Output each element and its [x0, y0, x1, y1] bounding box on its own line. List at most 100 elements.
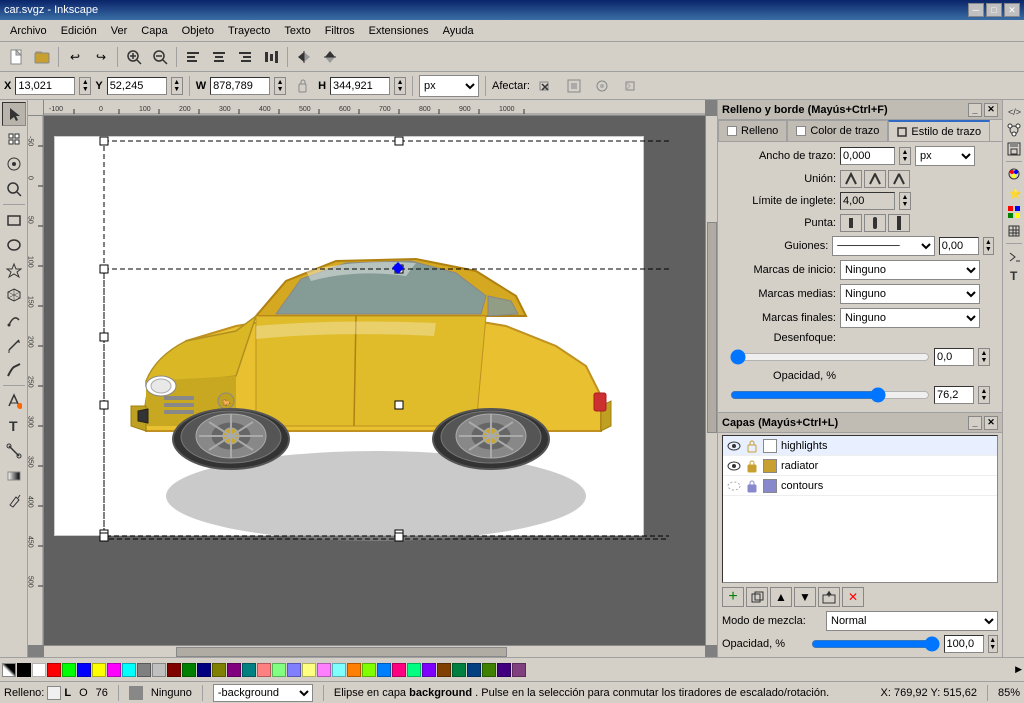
miter-limit-spinner[interactable]: ▲▼ [899, 192, 911, 210]
color-swatch[interactable] [152, 663, 166, 677]
minimize-button[interactable]: ─ [968, 3, 984, 17]
color-swatch[interactable] [17, 663, 31, 677]
new-button[interactable] [4, 45, 28, 69]
union-miter-button[interactable] [840, 170, 862, 188]
select-tool-button[interactable] [2, 102, 26, 126]
layers-close-button[interactable]: ✕ [984, 416, 998, 430]
y-input[interactable] [107, 77, 167, 95]
color-swatch[interactable] [107, 663, 121, 677]
tweak-tool-button[interactable] [2, 152, 26, 176]
palette-scroll-right[interactable]: ▶ [1015, 664, 1022, 675]
lock-aspect-button[interactable] [290, 74, 314, 98]
distribute-button[interactable] [259, 45, 283, 69]
h-spinner[interactable]: ▲▼ [394, 77, 406, 95]
ellipse-tool-button[interactable] [2, 233, 26, 257]
x-spinner[interactable]: ▲▼ [79, 77, 91, 95]
color-swatch[interactable] [137, 663, 151, 677]
menu-filtros[interactable]: Filtros [319, 23, 361, 39]
layers-opacity-input[interactable] [944, 635, 984, 653]
nodes-button[interactable] [1005, 121, 1023, 139]
x-input[interactable] [15, 77, 75, 95]
delete-layer-button[interactable]: ✕ [842, 587, 864, 607]
pencil-tool-button[interactable] [2, 333, 26, 357]
dropper-tool-button[interactable] [2, 489, 26, 513]
panel-minimize-button[interactable]: _ [968, 103, 982, 117]
color-swatch[interactable] [362, 663, 376, 677]
flip-h-button[interactable] [292, 45, 316, 69]
color-swatch[interactable] [272, 663, 286, 677]
color-swatch[interactable] [407, 663, 421, 677]
color-swatch[interactable] [47, 663, 61, 677]
blur-input[interactable] [934, 348, 974, 366]
3d-tool-button[interactable] [2, 283, 26, 307]
align-left-button[interactable] [181, 45, 205, 69]
layer-lock-radiator[interactable] [745, 459, 759, 473]
gradient-tool-button[interactable] [2, 464, 26, 488]
menu-archivo[interactable]: Archivo [4, 23, 53, 39]
color-swatch[interactable] [347, 663, 361, 677]
menu-texto[interactable]: Texto [278, 23, 316, 39]
color-swatch[interactable] [302, 663, 316, 677]
color-swatch[interactable] [242, 663, 256, 677]
zoom-tool-button[interactable] [2, 177, 26, 201]
color-swatch[interactable] [332, 663, 346, 677]
open-button[interactable] [30, 45, 54, 69]
layer-lock-highlights[interactable] [745, 439, 759, 453]
zoom-in-button[interactable] [122, 45, 146, 69]
menu-capa[interactable]: Capa [135, 23, 173, 39]
stroke-width-spinner[interactable]: ▲▼ [899, 147, 911, 165]
palette-button[interactable] [1005, 165, 1023, 183]
dashes-offset-input[interactable] [939, 237, 979, 255]
tab-estilo-trazo[interactable]: Estilo de trazo [888, 120, 990, 141]
no-fill-swatch[interactable] [2, 663, 16, 677]
font-button[interactable]: T [1005, 266, 1023, 284]
color-swatch[interactable] [62, 663, 76, 677]
unit-select[interactable]: pxmmcmin [419, 75, 479, 97]
color-swatch[interactable] [392, 663, 406, 677]
color-swatch[interactable] [182, 663, 196, 677]
color-swatch[interactable] [122, 663, 136, 677]
tab-relleno[interactable]: Relleno [718, 120, 787, 141]
move-layer-up-button[interactable]: ▲ [770, 587, 792, 607]
w-spinner[interactable]: ▲▼ [274, 77, 286, 95]
align-right-button[interactable] [233, 45, 257, 69]
layers-minimize-button[interactable]: _ [968, 416, 982, 430]
layers-opacity-slider[interactable] [811, 638, 940, 650]
swatches-button[interactable] [1005, 203, 1023, 221]
color-swatch[interactable] [77, 663, 91, 677]
linecap-square-button[interactable] [888, 214, 910, 232]
layers-opacity-spinner[interactable]: ▲▼ [988, 635, 998, 653]
layer-eye-radiator[interactable] [727, 459, 741, 473]
miter-limit-input[interactable] [840, 192, 895, 210]
color-swatch[interactable] [92, 663, 106, 677]
canvas-content[interactable]: 🐎 [44, 116, 705, 645]
menu-trayecto[interactable]: Trayecto [222, 23, 276, 39]
stroke-unit-select[interactable]: pxmmpt [915, 146, 975, 166]
affect-btn1[interactable] [534, 74, 558, 98]
menu-ayuda[interactable]: Ayuda [437, 23, 480, 39]
calligraphy-tool-button[interactable] [2, 358, 26, 382]
vertical-scrollbar[interactable] [705, 116, 717, 645]
dashes-spinner[interactable]: ▲▼ [983, 237, 994, 255]
text-tool-button[interactable]: T [2, 414, 26, 438]
color-swatch[interactable] [482, 663, 496, 677]
redo-button[interactable]: ↪ [89, 45, 113, 69]
affect-btn4[interactable] [618, 74, 642, 98]
color-swatch[interactable] [227, 663, 241, 677]
color-swatch[interactable] [212, 663, 226, 677]
close-button[interactable]: ✕ [1004, 3, 1020, 17]
h-input[interactable] [330, 77, 390, 95]
union-round-button[interactable] [864, 170, 886, 188]
node-tool-button[interactable] [2, 127, 26, 151]
align-center-button[interactable] [207, 45, 231, 69]
y-spinner[interactable]: ▲▼ [171, 77, 183, 95]
add-layer-button[interactable]: + [722, 587, 744, 607]
layer-select[interactable]: -background [213, 684, 313, 702]
layer-eye-highlights[interactable] [727, 439, 741, 453]
affect-btn2[interactable] [562, 74, 586, 98]
color-swatch[interactable] [317, 663, 331, 677]
fill-tool-button[interactable] [2, 389, 26, 413]
color-swatch[interactable] [377, 663, 391, 677]
blur-slider[interactable] [730, 351, 930, 363]
opacity-slider-fill[interactable] [730, 389, 930, 401]
